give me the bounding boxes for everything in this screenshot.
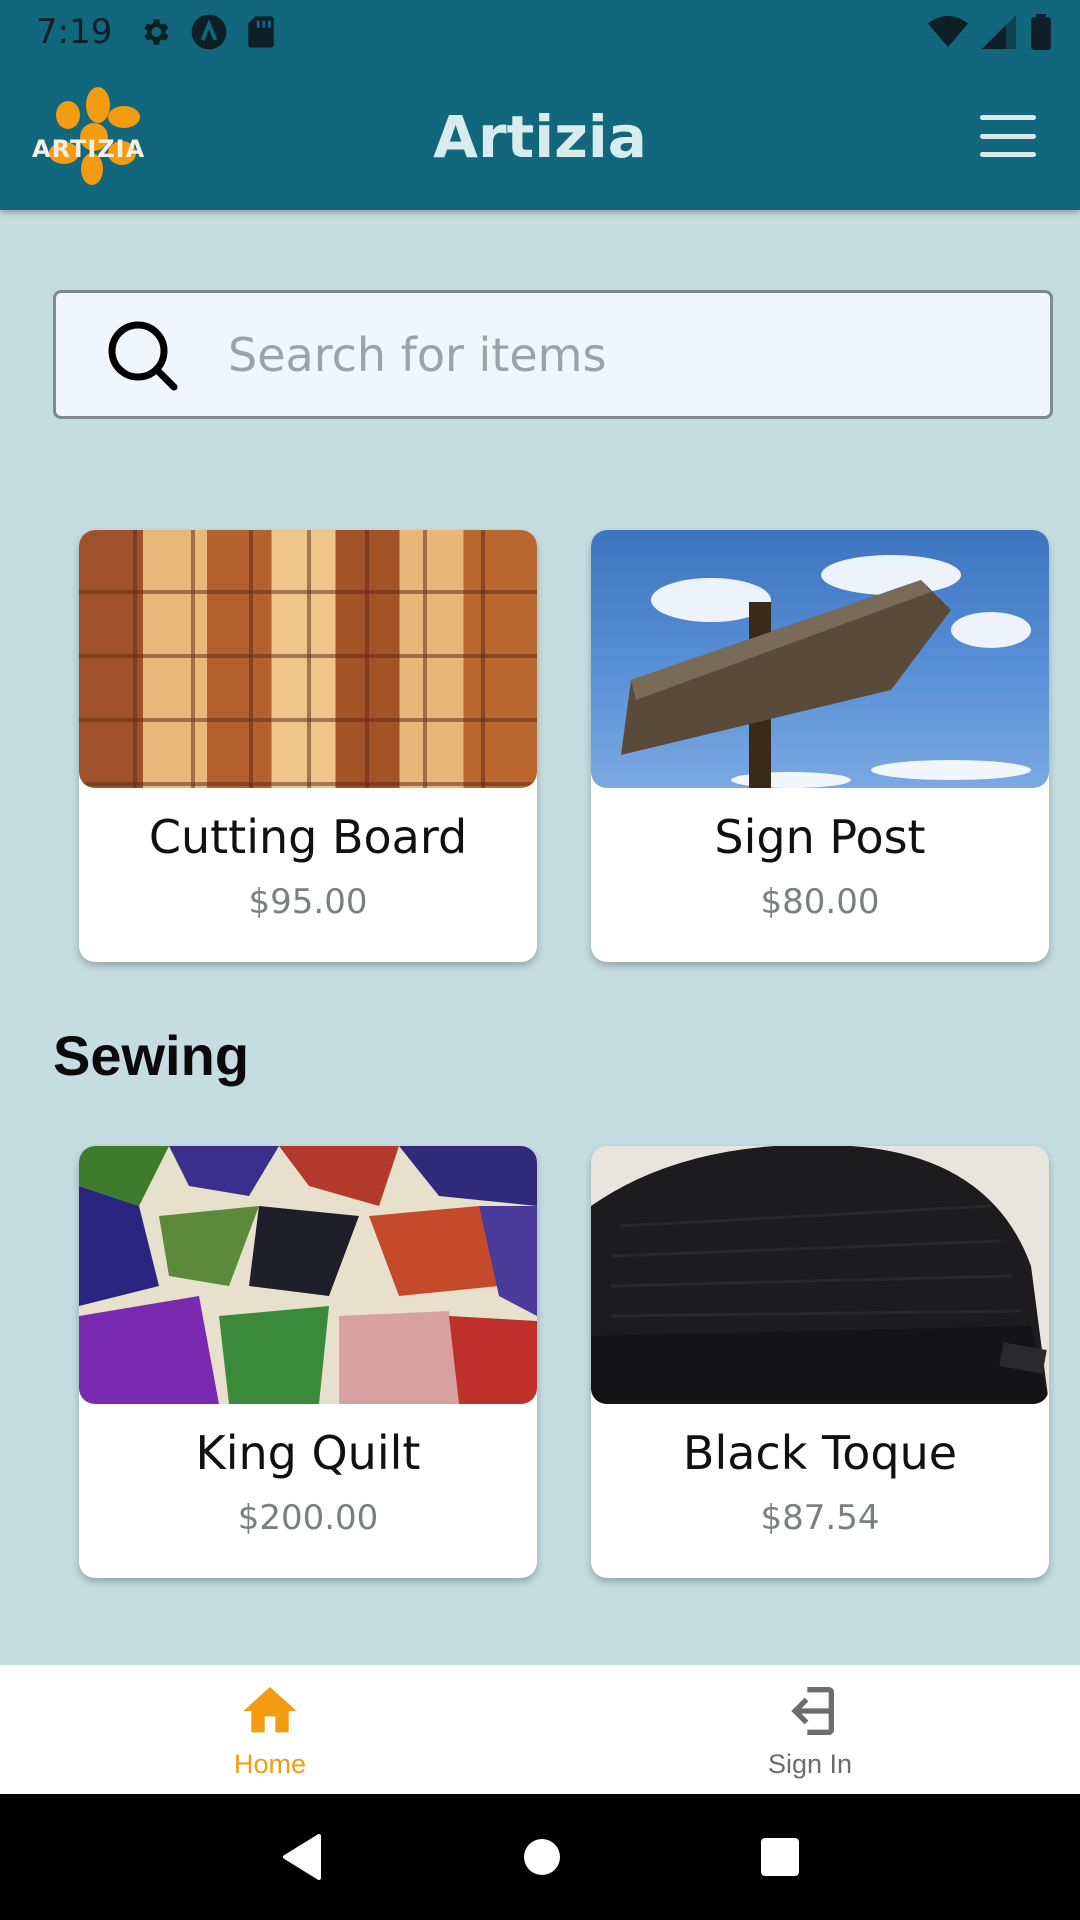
hamburger-menu-icon[interactable]: [980, 115, 1036, 157]
king-quilt-image: [79, 1146, 537, 1404]
nav-label-home: Home: [233, 1749, 307, 1779]
product-price: $87.54: [760, 1498, 880, 1538]
home-circle-icon[interactable]: [522, 1837, 562, 1877]
nav-label-sign-in: Sign In: [767, 1749, 853, 1779]
app-bar: ARTIZIA Artizia: [0, 63, 1080, 210]
product-card-king-quilt[interactable]: King Quilt $200.00: [79, 1146, 537, 1578]
nav-item-home[interactable]: Home: [0, 1665, 540, 1794]
nav-item-sign-in[interactable]: Sign In: [540, 1665, 1080, 1794]
section-title-sewing: Sewing: [53, 1024, 250, 1087]
status-bar: 7:19: [0, 0, 1080, 63]
home-icon: [243, 1687, 297, 1733]
wifi-icon: [928, 15, 968, 47]
a-badge-icon: [191, 14, 227, 49]
sign-in-icon: [791, 1687, 834, 1735]
product-name: Cutting Board: [148, 810, 468, 864]
product-name: King Quilt: [195, 1426, 421, 1480]
gear-icon: [144, 18, 169, 45]
sign-post-image: [591, 530, 1049, 788]
app-title: Artizia: [433, 103, 647, 171]
status-time: 7:19: [36, 11, 113, 52]
product-price: $80.00: [760, 882, 880, 922]
cutting-board-image: [79, 530, 537, 788]
product-card-black-toque[interactable]: Black Toque $87.54: [591, 1146, 1049, 1578]
search-bar[interactable]: [53, 290, 1053, 419]
black-toque-image: [591, 1146, 1049, 1404]
product-name: Black Toque: [682, 1426, 958, 1480]
recents-square-icon[interactable]: [759, 1836, 801, 1878]
back-icon[interactable]: [279, 1832, 325, 1882]
product-name: Sign Post: [714, 810, 926, 864]
search-icon: [108, 321, 178, 390]
search-input[interactable]: [228, 327, 988, 382]
system-navigation-bar: [0, 1794, 1080, 1920]
battery-icon: [1031, 13, 1051, 50]
product-price: $95.00: [248, 882, 368, 922]
sd-card-icon: [248, 15, 275, 48]
product-card-sign-post[interactable]: Sign Post $80.00: [591, 530, 1049, 962]
product-card-cutting-board[interactable]: Cutting Board $95.00: [79, 530, 537, 962]
signal-icon: [982, 14, 1016, 49]
bottom-navigation: Home Sign In: [0, 1665, 1080, 1794]
product-price: $200.00: [237, 1498, 379, 1538]
